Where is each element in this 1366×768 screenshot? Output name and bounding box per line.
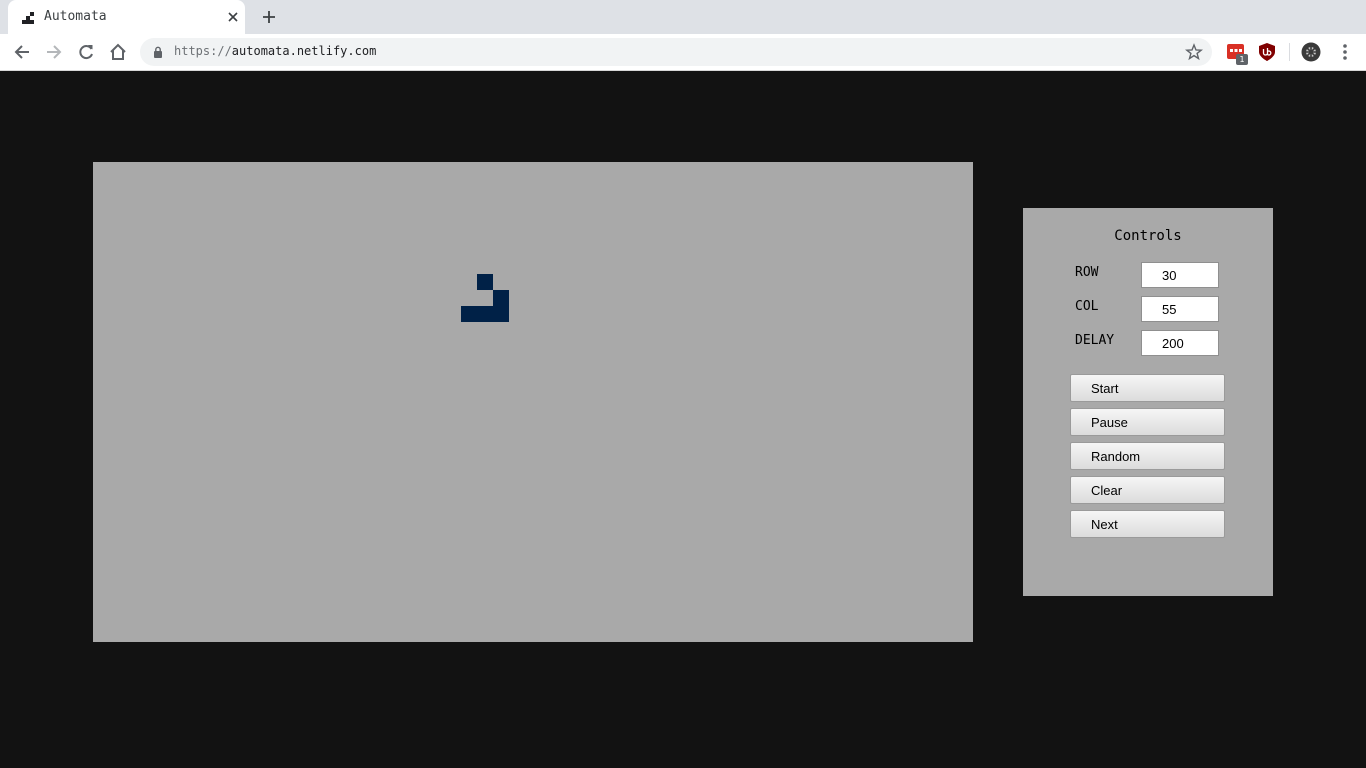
browser-toolbar: https://automata.netlify.com: [0, 34, 1366, 71]
delay-label: DELAY: [1075, 333, 1115, 348]
close-icon[interactable]: [226, 10, 240, 24]
lock-icon: [154, 46, 162, 58]
new-tab-icon[interactable]: [261, 9, 277, 25]
back-icon[interactable]: [12, 42, 32, 62]
row-label: ROW: [1075, 265, 1099, 280]
automata-favicon-icon: [22, 12, 34, 24]
col-label: COL: [1075, 299, 1099, 314]
clear-button[interactable]: Clear: [1070, 476, 1225, 504]
start-button[interactable]: Start: [1070, 374, 1225, 402]
address-bar[interactable]: https://automata.netlify.com: [140, 38, 1212, 66]
pause-button[interactable]: Pause: [1070, 408, 1225, 436]
controls-title: Controls: [1114, 228, 1182, 244]
automata-grid[interactable]: [93, 162, 973, 642]
url-host: automata.netlify.com: [231, 44, 377, 58]
col-input[interactable]: [1141, 296, 1219, 322]
home-icon[interactable]: [108, 42, 128, 62]
live-cell[interactable]: [461, 306, 477, 322]
reload-icon[interactable]: [76, 42, 96, 62]
next-button[interactable]: Next: [1070, 510, 1225, 538]
menu-kebab-icon[interactable]: [1335, 42, 1355, 62]
profile-avatar-icon[interactable]: [1301, 42, 1321, 62]
random-button[interactable]: Random: [1070, 442, 1225, 470]
forward-icon[interactable]: [44, 42, 64, 62]
browser-tab[interactable]: Automata: [8, 0, 245, 34]
live-cell[interactable]: [477, 274, 493, 290]
ublock-shield-icon[interactable]: [1257, 42, 1277, 62]
tab-title: Automata: [44, 9, 107, 24]
bookmark-star-icon[interactable]: [1185, 43, 1203, 61]
url-text: https://automata.netlify.com: [174, 44, 376, 58]
toolbar-separator: [1289, 43, 1290, 61]
extension-badge: 1: [1236, 54, 1248, 65]
live-cell[interactable]: [493, 290, 509, 306]
live-cell[interactable]: [493, 306, 509, 322]
live-cell[interactable]: [477, 306, 493, 322]
tab-strip: Automata: [0, 0, 1366, 34]
row-input[interactable]: [1141, 262, 1219, 288]
url-scheme: https://: [174, 44, 232, 58]
delay-input[interactable]: [1141, 330, 1219, 356]
controls-panel: Controls ROW COL DELAY Start Pause Rando…: [1023, 208, 1273, 596]
